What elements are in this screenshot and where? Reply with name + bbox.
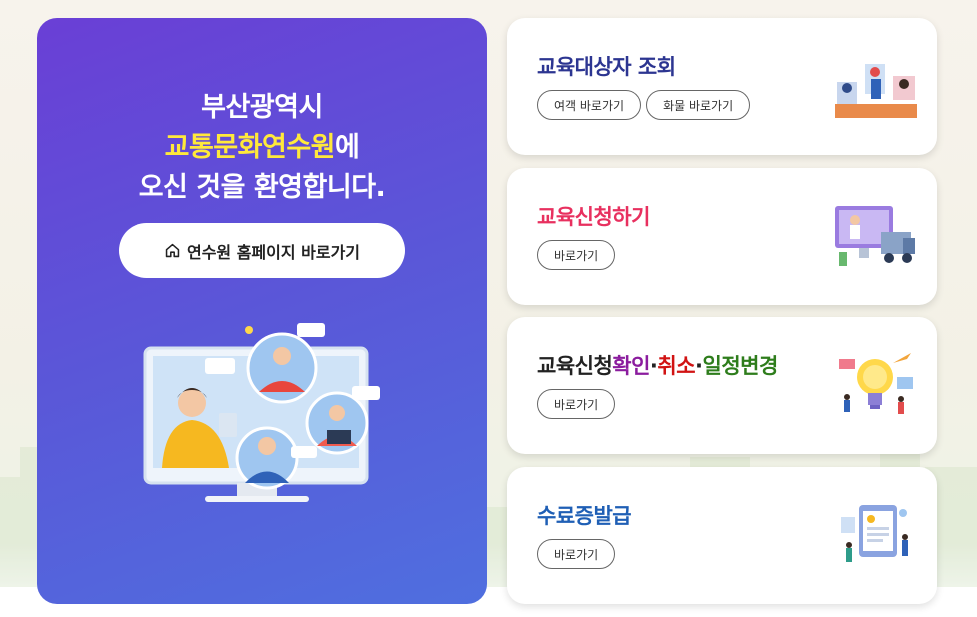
card-certificate-issue: 수료증발급 바로가기: [507, 467, 937, 604]
homepage-link-button[interactable]: 연수원 홈페이지 바로가기: [119, 223, 405, 278]
welcome-panel: 부산광역시 교통문화연수원에 오신 것을 환영합니다. 연수원 홈페이지 바로가…: [37, 18, 487, 604]
title-part-check: 확인: [612, 354, 650, 378]
welcome-title-suffix: 에: [335, 132, 360, 163]
card-trainee-lookup: 교육대상자 조회 여객 바로가기 화물 바로가기: [507, 18, 937, 155]
card-apply-training: 교육신청하기 바로가기: [507, 168, 937, 305]
card-trainee-lookup-title: 교육대상자 조회: [537, 55, 676, 79]
home-icon: [164, 242, 181, 259]
lightbulb-illustration: [839, 353, 913, 414]
welcome-title: 부산광역시 교통문화연수원에 오신 것을 환영합니다.: [37, 88, 487, 208]
freight-link-button[interactable]: 화물 바로가기: [646, 90, 751, 120]
card-certificate-issue-title: 수료증발급: [537, 504, 632, 528]
check-cancel-link-button[interactable]: 바로가기: [537, 389, 616, 419]
title-part-cancel: 취소: [657, 354, 696, 378]
homepage-link-label: 연수원 홈페이지 바로가기: [186, 242, 361, 262]
passenger-link-button[interactable]: 여객 바로가기: [537, 90, 642, 120]
card-apply-training-title: 교육신청하기: [537, 205, 650, 229]
training-lookup-illustration: [835, 64, 917, 118]
title-part-apply: 교육신청: [537, 354, 613, 378]
certificate-link-button[interactable]: 바로가기: [537, 539, 616, 569]
welcome-title-line2: 교통문화연수원에: [37, 128, 487, 168]
card-check-cancel-reschedule-title: 교육신청확인·취소·일정변경: [537, 350, 778, 380]
title-part-reschedule: 일정변경: [702, 354, 779, 378]
card-check-cancel-reschedule: 교육신청확인·취소·일정변경 바로가기: [507, 317, 937, 454]
presenter-truck-illustration: [835, 206, 915, 266]
online-learning-illustration: [143, 323, 380, 502]
title-separator: ·: [695, 354, 703, 378]
institute-name: 교통문화연수원: [164, 132, 336, 163]
certificate-illustration: [841, 505, 908, 562]
apply-training-link-button[interactable]: 바로가기: [537, 240, 616, 270]
welcome-title-line3: 오신 것을 환영합니다.: [138, 172, 386, 203]
welcome-title-line1: 부산광역시: [201, 92, 323, 123]
